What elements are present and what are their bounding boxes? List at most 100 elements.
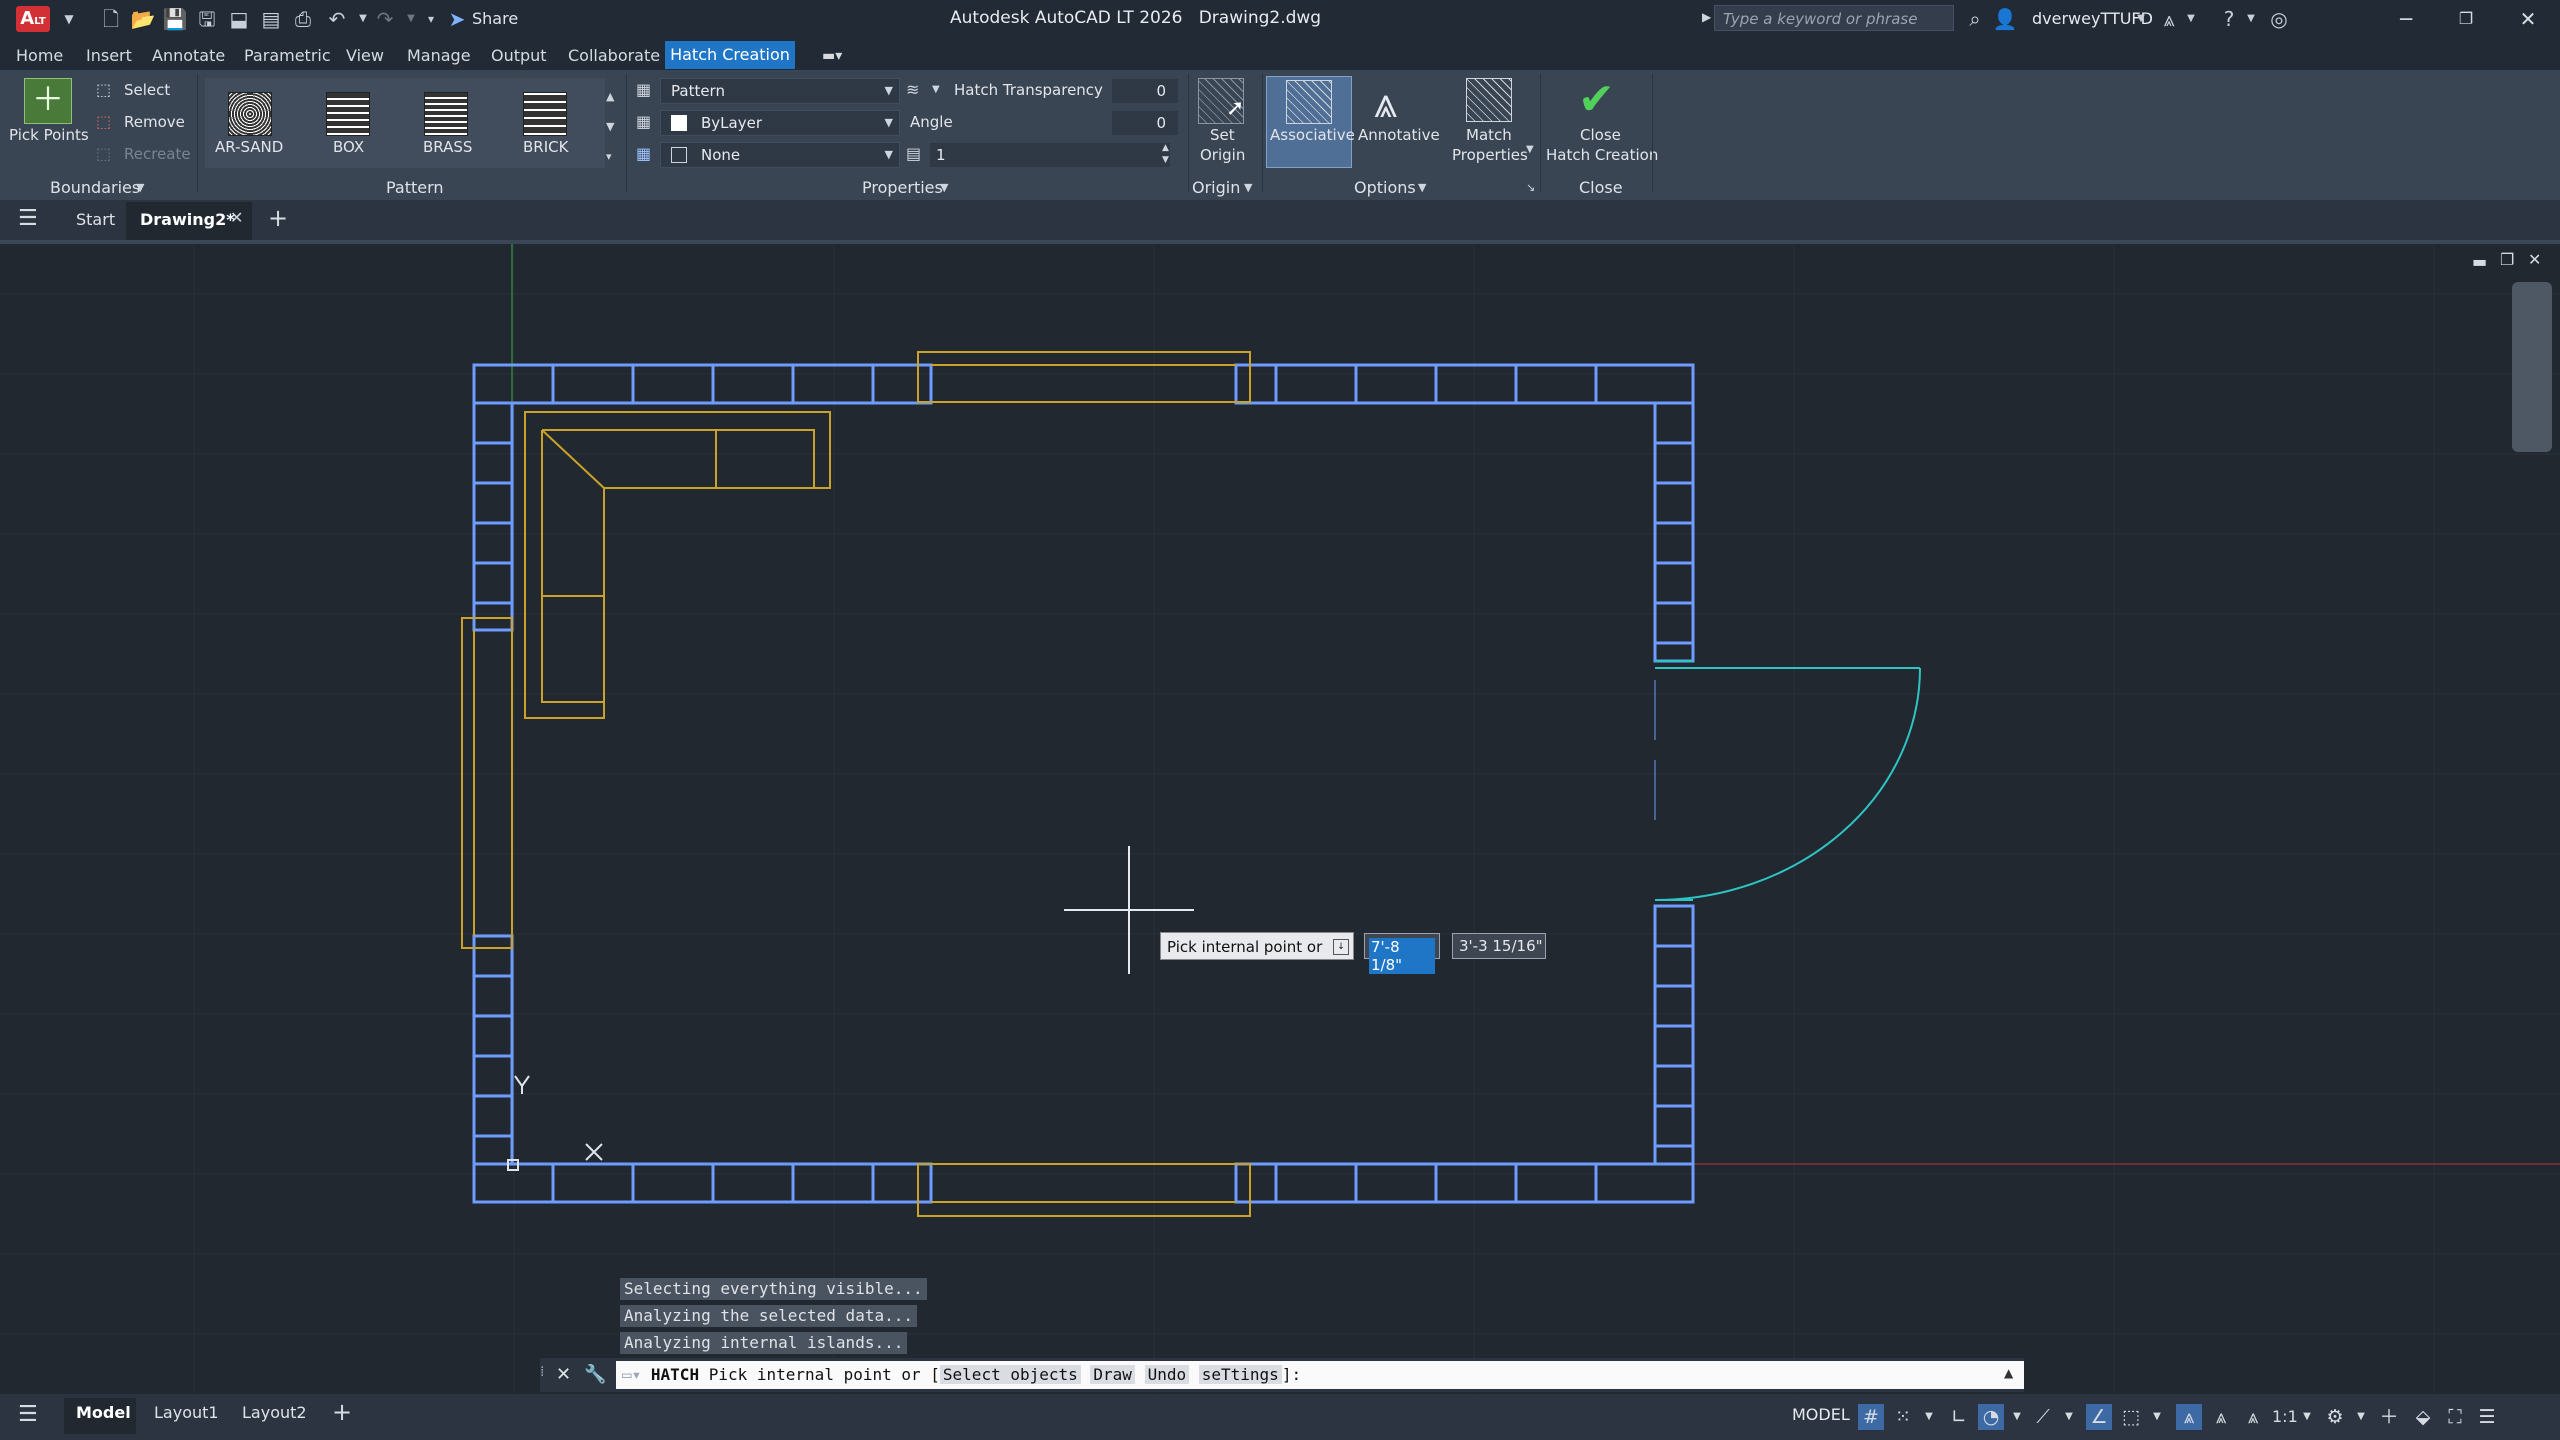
auto-scale-icon[interactable]: ⩓ [2208, 1404, 2234, 1430]
option-undo[interactable]: Undo [1144, 1365, 1190, 1384]
set-origin-label-2[interactable]: Origin [1200, 146, 1245, 164]
select-boundary-icon[interactable]: ⬚ [96, 80, 111, 99]
tab-parametric[interactable]: Parametric [244, 46, 331, 65]
set-origin-label-1[interactable]: Set [1210, 126, 1235, 144]
options-dialog-launcher-icon[interactable]: ↘ [1526, 181, 1535, 194]
grid-icon[interactable]: # [1858, 1404, 1884, 1430]
pattern-box-label[interactable]: BOX [333, 138, 364, 156]
new-tab-plus-icon[interactable]: + [268, 204, 288, 232]
viewport-close-icon[interactable]: ✕ [2528, 250, 2541, 269]
autocad-logo-icon[interactable]: ALT [16, 6, 50, 32]
option-settings[interactable]: seTtings [1198, 1365, 1282, 1384]
dynamic-input-y-field[interactable]: 3'-3 15/16" [1452, 933, 1546, 959]
angle-input[interactable]: 0 [1112, 111, 1178, 135]
tab-hatch-creation[interactable]: Hatch Creation [665, 41, 795, 69]
chat-icon[interactable]: ◎ [2266, 7, 2292, 31]
navigation-bar[interactable] [2512, 282, 2552, 452]
hatch-color-select[interactable]: ByLayer ▼ [660, 110, 900, 136]
clean-screen-icon[interactable]: ⛶ [2442, 1404, 2468, 1430]
minimize-icon[interactable]: ─ [2386, 4, 2426, 34]
tab-manage[interactable]: Manage [407, 46, 471, 65]
annotative-icon[interactable]: ⩓ [1374, 78, 1398, 128]
checkmark-icon[interactable]: ✔ [1578, 74, 1615, 125]
options-dropdown-icon[interactable]: ▼ [1418, 181, 1426, 194]
app-dropdown-icon[interactable]: ▼ [2178, 7, 2204, 31]
new-layout-plus-icon[interactable]: + [332, 1398, 352, 1426]
annotation-visibility-icon[interactable]: ⩓ [2176, 1404, 2202, 1430]
restore-icon[interactable]: ❐ [2446, 4, 2486, 34]
pattern-scroll-icon[interactable]: ▲ ▼ ▾ [606, 82, 614, 172]
match-properties-label-2[interactable]: Properties [1452, 146, 1528, 164]
properties-panel-label[interactable]: Properties [862, 178, 943, 197]
match-properties-label-1[interactable]: Match [1466, 126, 1512, 144]
hamburger-menu-icon[interactable]: ☰ [18, 206, 38, 231]
command-history-toggle-icon[interactable]: ▲ [2004, 1366, 2013, 1380]
origin-dropdown-icon[interactable]: ▼ [1244, 181, 1252, 194]
layout-menu-icon[interactable]: ☰ [18, 1402, 38, 1427]
snap-icon[interactable]: ⁙ [1890, 1404, 1916, 1430]
tab-home[interactable]: Home [16, 46, 63, 65]
customize-status-bar-icon[interactable]: ☰ [2474, 1404, 2500, 1430]
option-select-objects[interactable]: Select objects [939, 1365, 1081, 1384]
share-button[interactable]: Share [472, 9, 518, 28]
new-file-icon[interactable]: 🗋 [98, 7, 124, 31]
pick-points-icon[interactable]: ＋ [24, 78, 72, 124]
save-icon[interactable]: 💾 [162, 7, 188, 31]
pattern-brass-label[interactable]: BRASS [423, 138, 472, 156]
snap-dropdown-icon[interactable]: ▼ [1916, 1404, 1942, 1430]
model-tab[interactable]: Model [76, 1403, 131, 1422]
scale-spinner-icon[interactable]: ▲ ▼ [1162, 142, 1169, 166]
object-snap-tracking-icon[interactable]: ∠ [2086, 1404, 2112, 1430]
publish-icon[interactable]: ▤ [258, 7, 284, 31]
tab-collaborate[interactable]: Collaborate [568, 46, 660, 65]
polar-dropdown-icon[interactable]: ▼ [2004, 1404, 2030, 1430]
command-customize-wrench-icon[interactable]: 🔧 [584, 1364, 606, 1385]
plot-icon[interactable]: ⎙ [290, 7, 316, 31]
properties-dropdown-icon[interactable]: ▼ [940, 181, 948, 194]
undo-icon[interactable]: ↶ [324, 7, 350, 31]
dynamic-input-x-field[interactable]: 7'-8 1/8" [1364, 933, 1440, 974]
layout1-tab[interactable]: Layout1 [154, 1403, 219, 1422]
hatch-type-select[interactable]: Pattern ▼ [660, 78, 900, 104]
start-tab[interactable]: Start [76, 210, 115, 229]
pattern-brick-label[interactable]: BRICK [523, 138, 568, 156]
search-expand-icon[interactable]: ▶ [1702, 10, 1711, 24]
scale-dropdown-icon[interactable]: ▼ [2294, 1404, 2320, 1430]
workspace-dropdown-icon[interactable]: ▼ [2348, 1404, 2374, 1430]
isodraft-dropdown-icon[interactable]: ▼ [2056, 1404, 2082, 1430]
polar-tracking-icon[interactable]: ◔ [1978, 1404, 2004, 1430]
option-draw[interactable]: Draw [1090, 1365, 1135, 1384]
close-hatch-label-1[interactable]: Close [1580, 126, 1621, 144]
transparency-dropdown-icon[interactable]: ▼ [932, 84, 940, 95]
origin-panel-label[interactable]: Origin [1192, 178, 1240, 197]
tab-insert[interactable]: Insert [86, 46, 132, 65]
transparency-icon[interactable]: ≋ [906, 80, 919, 99]
isodraft-icon[interactable]: ⟋ [2030, 1404, 2056, 1430]
close-window-icon[interactable]: ✕ [2508, 4, 2548, 34]
pattern-ar-sand-swatch[interactable] [228, 92, 272, 136]
command-close-icon[interactable]: ✕ [556, 1364, 571, 1385]
search-icon[interactable]: ⌕ [1962, 7, 1988, 31]
drawing-canvas[interactable] [0, 244, 2560, 1394]
customize-qat-icon[interactable]: ▾ [418, 7, 444, 31]
match-properties-dropdown-icon[interactable]: ▼ [1526, 144, 1534, 155]
close-hatch-label-2[interactable]: Hatch Creation [1546, 146, 1658, 164]
options-panel-label[interactable]: Options [1354, 178, 1416, 197]
isolate-objects-icon[interactable]: ⬙ [2410, 1404, 2436, 1430]
viewport-restore-icon[interactable]: ❐ [2500, 250, 2514, 269]
model-space-toggle[interactable]: MODEL [1792, 1405, 1850, 1424]
annotative-button[interactable]: Annotative [1358, 126, 1440, 144]
object-snap-icon[interactable]: ⬚ [2118, 1404, 2144, 1430]
redo-icon[interactable]: ↷ [372, 7, 398, 31]
options-arrow-icon[interactable]: ↓ [1333, 939, 1349, 955]
viewport-minimize-icon[interactable]: ▬ [2472, 252, 2487, 271]
hatch-scale-input[interactable]: 1 [930, 143, 1170, 167]
ribbon-toggle-icon[interactable]: ▬▾ [822, 44, 858, 68]
tab-output[interactable]: Output [491, 46, 547, 65]
pattern-ar-sand-label[interactable]: AR-SAND [215, 138, 283, 156]
command-input[interactable]: ▭▾ HATCH Pick internal point or [Select … [616, 1361, 2024, 1389]
search-input[interactable]: Type a keyword or phrase [1714, 5, 1954, 31]
annotation-scale-icon[interactable]: ⩓ [2240, 1404, 2266, 1430]
pick-points-label[interactable]: Pick Points [9, 126, 89, 144]
ortho-icon[interactable]: ∟ [1946, 1404, 1972, 1430]
